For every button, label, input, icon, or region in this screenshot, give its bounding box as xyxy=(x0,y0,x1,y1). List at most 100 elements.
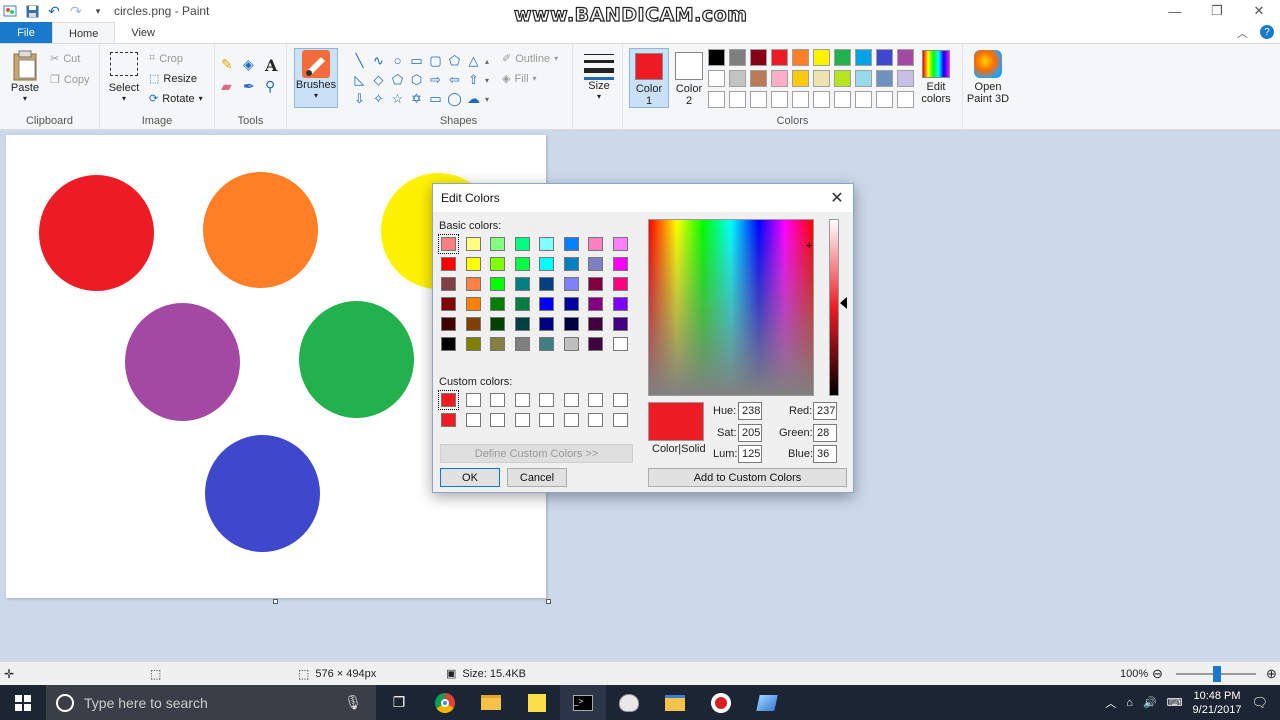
basic-color-swatch[interactable] xyxy=(465,237,481,251)
up-arrow-shape-icon[interactable]: ⇧ xyxy=(464,70,483,89)
palette-swatch[interactable] xyxy=(750,70,767,87)
basic-color-swatch[interactable] xyxy=(612,237,628,251)
palette-swatch[interactable] xyxy=(834,49,851,66)
oval-shape-icon[interactable]: ○ xyxy=(388,51,407,70)
palette-swatch[interactable] xyxy=(792,70,809,87)
luminance-arrow-icon[interactable] xyxy=(840,297,847,309)
basic-color-swatch[interactable] xyxy=(514,277,530,291)
custom-color-swatch[interactable] xyxy=(612,393,628,407)
basic-color-swatch[interactable] xyxy=(563,317,579,331)
custom-color-swatch[interactable] xyxy=(465,393,481,407)
six-point-star-shape-icon[interactable]: ✡ xyxy=(407,89,426,108)
edit-colors-button[interactable]: Edit colors xyxy=(918,50,954,105)
chrome-icon[interactable] xyxy=(422,685,468,720)
basic-color-swatch[interactable] xyxy=(514,257,530,271)
basic-color-swatch[interactable] xyxy=(539,257,554,271)
right-arrow-shape-icon[interactable]: ⇨ xyxy=(426,70,445,89)
basic-color-swatch[interactable] xyxy=(539,297,554,311)
ok-button[interactable]: OK xyxy=(440,468,500,487)
palette-swatch[interactable] xyxy=(855,91,872,108)
rotate-button[interactable]: ⟳ Rotate ▾ xyxy=(149,92,203,106)
basic-color-swatch[interactable] xyxy=(441,257,456,271)
paint-app-icon[interactable] xyxy=(2,3,18,19)
basic-color-swatch[interactable] xyxy=(514,237,530,251)
custom-color-swatch[interactable] xyxy=(490,413,505,427)
basic-color-swatch[interactable] xyxy=(490,277,505,291)
basic-color-swatch[interactable] xyxy=(465,297,481,311)
palette-swatch[interactable] xyxy=(708,70,725,87)
custom-color-swatch[interactable] xyxy=(438,390,459,410)
network-icon[interactable]: ⌂ xyxy=(1126,697,1133,709)
callout-oval-shape-icon[interactable]: ◯ xyxy=(445,89,464,108)
resize-button[interactable]: ⬚ Resize xyxy=(149,72,197,86)
custom-color-swatch[interactable] xyxy=(612,413,628,427)
microphone-icon[interactable]: 🎙 xyxy=(344,694,362,711)
basic-color-swatch[interactable] xyxy=(588,237,603,251)
outline-button[interactable]: ✐ Outline ▾ xyxy=(502,52,558,66)
eraser-icon[interactable]: ▰ xyxy=(221,78,243,100)
palette-swatch[interactable] xyxy=(855,70,872,87)
help-icon[interactable]: ? xyxy=(1260,25,1274,39)
select-button[interactable]: Select ▾ xyxy=(108,52,140,103)
dialog-close-icon[interactable]: ✕ xyxy=(827,188,847,208)
palette-swatch[interactable] xyxy=(771,70,788,87)
show-hidden-icons-icon[interactable]: ︿ xyxy=(1105,695,1116,711)
palette-swatch[interactable] xyxy=(750,91,767,108)
palette-swatch[interactable] xyxy=(876,49,893,66)
copy-button[interactable]: ❐ Copy xyxy=(50,73,90,87)
basic-color-swatch[interactable] xyxy=(588,257,603,271)
file-explorer-icon[interactable] xyxy=(468,685,514,720)
five-point-star-shape-icon[interactable]: ☆ xyxy=(388,89,407,108)
custom-color-swatch[interactable] xyxy=(588,413,603,427)
sticky-notes-icon[interactable] xyxy=(514,685,560,720)
shapes-scroll[interactable]: ▴ ▾ ▾ xyxy=(485,52,489,109)
custom-color-swatch[interactable] xyxy=(514,393,530,407)
basic-color-swatch[interactable] xyxy=(490,317,505,331)
basic-color-swatch[interactable] xyxy=(465,337,481,351)
basic-color-swatch[interactable] xyxy=(612,257,628,271)
triangle-shape-icon[interactable]: △ xyxy=(464,51,483,70)
palette-swatch[interactable] xyxy=(834,91,851,108)
crop-button[interactable]: ⌗ Crop xyxy=(149,52,183,65)
brushes-button[interactable]: Brushes ▾ xyxy=(294,48,338,108)
palette-swatch[interactable] xyxy=(897,70,914,87)
basic-color-swatch[interactable] xyxy=(588,317,603,331)
palette-swatch[interactable] xyxy=(750,49,767,66)
start-button[interactable] xyxy=(0,685,46,720)
color1-button[interactable]: Color 1 xyxy=(629,48,669,108)
basic-color-swatch[interactable] xyxy=(490,297,505,311)
four-point-star-shape-icon[interactable]: ✧ xyxy=(369,89,388,108)
basic-color-swatch[interactable] xyxy=(465,317,481,331)
palette-swatch[interactable] xyxy=(897,49,914,66)
redo-icon[interactable]: ↷ xyxy=(68,3,84,19)
basic-color-swatch[interactable] xyxy=(465,277,481,291)
palette-swatch[interactable] xyxy=(792,91,809,108)
basic-color-swatch[interactable] xyxy=(438,234,459,254)
resize-handle-corner[interactable] xyxy=(546,599,551,604)
zoom-out-icon[interactable]: ⊖ xyxy=(1152,666,1163,682)
tab-home[interactable]: Home xyxy=(52,22,116,44)
custom-color-swatch[interactable] xyxy=(465,413,481,427)
zoom-in-icon[interactable]: ⊕ xyxy=(1266,666,1277,682)
palette-swatch[interactable] xyxy=(897,91,914,108)
color-spectrum[interactable]: + xyxy=(648,219,814,396)
add-to-custom-colors-button[interactable]: Add to Custom Colors xyxy=(648,468,847,487)
hexagon-shape-icon[interactable]: ⬡ xyxy=(407,70,426,89)
basic-color-swatch[interactable] xyxy=(490,337,505,351)
basic-color-swatch[interactable] xyxy=(612,337,628,351)
palette-swatch[interactable] xyxy=(771,91,788,108)
zoom-slider-thumb[interactable] xyxy=(1213,666,1221,682)
custom-color-swatch[interactable] xyxy=(490,393,505,407)
palette-swatch[interactable] xyxy=(876,91,893,108)
color2-button[interactable]: Color 2 xyxy=(669,48,709,108)
fill-bucket-icon[interactable]: ◈ xyxy=(243,56,265,78)
app-icon[interactable] xyxy=(744,685,790,720)
basic-color-swatch[interactable] xyxy=(563,277,579,291)
line-shape-icon[interactable]: ╲ xyxy=(350,51,369,70)
custom-color-swatch[interactable] xyxy=(539,413,554,427)
minimize-icon[interactable]: — xyxy=(1154,0,1196,22)
basic-color-swatch[interactable] xyxy=(588,297,603,311)
sat-input[interactable]: 205 xyxy=(738,424,762,442)
palette-swatch[interactable] xyxy=(855,49,872,66)
basic-color-swatch[interactable] xyxy=(441,317,456,331)
